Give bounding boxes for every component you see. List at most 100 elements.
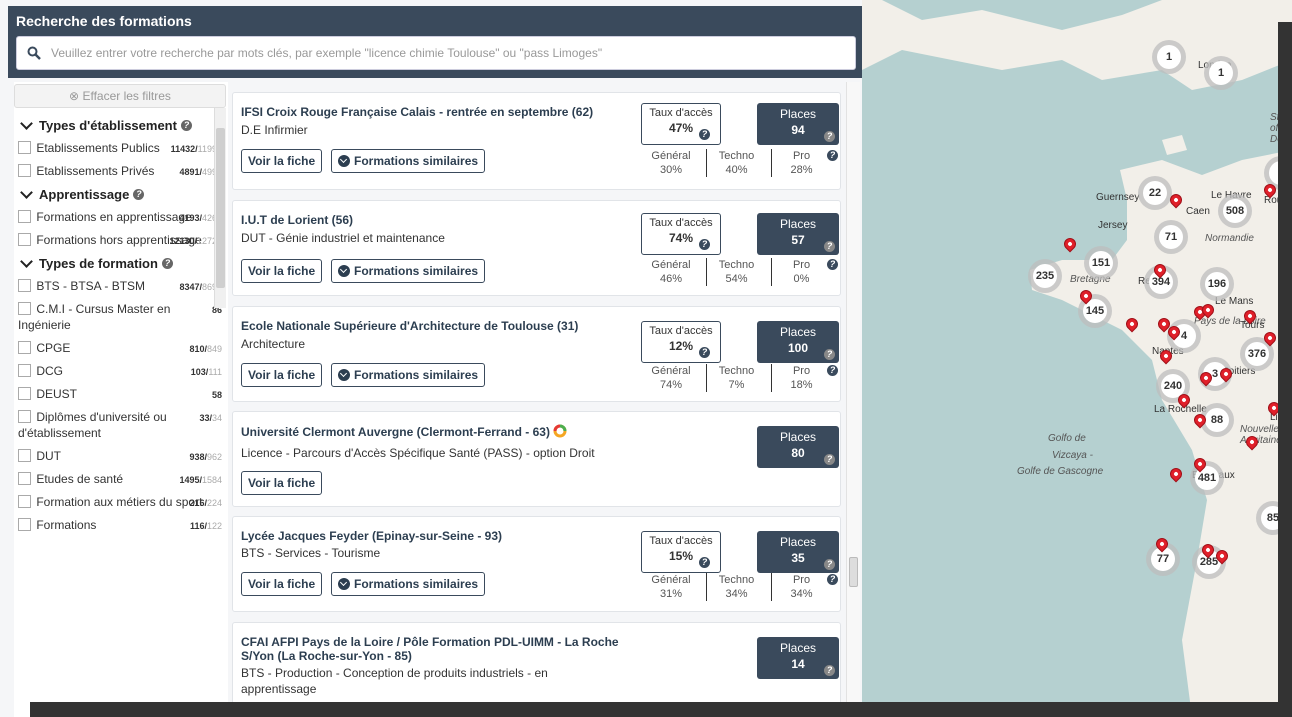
similar-formations-button[interactable]: Formations similaires [331,363,486,387]
clear-filters-button[interactable]: ⊗ Effacer les filtres [14,84,226,108]
filter-option[interactable]: Formation aux métiers du sport 216/224 [14,491,228,514]
checkbox[interactable] [18,472,31,485]
similar-formations-button[interactable]: Formations similaires [331,259,486,283]
filter-section-apprentissage[interactable]: Apprentissage? [14,183,228,206]
sidebar-scrollbar[interactable] [214,108,226,308]
map-label: Vizcaya - [1052,450,1093,461]
search-input[interactable] [51,37,841,69]
filter-option-label: BTS - BTSA - BTSM [36,279,146,293]
help-icon[interactable]: ? [827,574,838,585]
checkbox[interactable] [18,341,31,354]
map-cluster[interactable]: 235 [1028,259,1062,293]
results-scroll-thumb[interactable] [849,557,858,587]
help-icon[interactable]: ? [699,129,710,140]
help-icon[interactable]: ? [699,347,710,358]
filter-option[interactable]: DCG 103/111 [14,360,228,383]
help-icon[interactable]: ? [699,239,710,250]
access-rate-box: Taux d'accès 12%? [641,321,721,363]
filter-count: 103/111 [190,367,222,377]
checkbox[interactable] [18,141,31,154]
search-box[interactable] [16,36,856,70]
places-label: Places [779,430,817,444]
checkbox[interactable] [18,210,31,223]
map-cluster[interactable]: 151 [1084,246,1118,280]
view-details-button[interactable]: Voir la fiche [241,259,323,283]
checkbox[interactable] [18,302,31,315]
result-title[interactable]: Ecole Nationale Supérieure d'Architectur… [241,319,631,333]
help-icon[interactable]: ? [699,557,710,568]
checkbox[interactable] [18,449,31,462]
chevron-down-icon [20,255,33,268]
result-card: Lycée Jacques Feyder (Epinay-sur-Seine -… [232,516,841,612]
map-cluster[interactable]: 196 [1200,267,1234,301]
map-background [862,0,1292,717]
result-title[interactable]: IFSI Croix Rouge Française Calais - rent… [241,105,631,119]
help-icon[interactable]: ? [824,665,835,676]
result-title[interactable]: CFAI AFPI Pays de la Loire / Pôle Format… [241,635,631,663]
help-icon[interactable]: ? [824,131,835,142]
result-subtitle: Architecture [241,337,306,351]
map-cluster[interactable]: 71 [1154,220,1188,254]
map-view[interactable]: London Strait of Dover Guernsey Jersey B… [862,0,1292,717]
checkbox[interactable] [18,279,31,292]
help-icon[interactable]: ? [824,349,835,360]
stat-general: Général 30% [651,150,691,176]
help-icon[interactable]: ? [824,454,835,465]
filter-option-label: Etudes de santé [36,472,124,486]
filter-option[interactable]: Etudes de santé 1495/1584 [14,468,228,491]
filter-option[interactable]: DUT 938/962 [14,445,228,468]
similar-formations-button[interactable]: Formations similaires [331,149,486,173]
filter-count: 216/224 [189,498,222,508]
filter-option[interactable]: Etablissements Privés 4891/4992 [14,160,228,183]
checkbox[interactable] [18,364,31,377]
section-title: Types de formation [39,256,158,271]
help-icon[interactable]: ? [133,189,145,200]
view-details-button[interactable]: Voir la fiche [241,363,323,387]
filter-option[interactable]: Formations hors apprentissage 12130/12727 [14,229,228,252]
map-cluster[interactable]: 508 [1218,194,1252,228]
filter-option[interactable]: Formations en apprentissage 4193/4263 [14,206,228,229]
help-icon[interactable]: ? [827,150,838,161]
checkbox[interactable] [18,518,31,531]
similar-label: Formations similaires [354,264,479,278]
help-icon[interactable]: ? [824,559,835,570]
filter-count: 33/34 [199,413,222,423]
filter-section-etablissement[interactable]: Types d'établissement? [14,114,228,137]
view-details-button[interactable]: Voir la fiche [241,149,323,173]
filter-option[interactable]: C.M.I - Cursus Master en Ingénierie 86 [14,298,228,337]
stat-techno: Techno 34% [706,573,766,601]
checkbox[interactable] [18,164,31,177]
view-details-button[interactable]: Voir la fiche [241,471,323,495]
filter-option[interactable]: BTS - BTSA - BTSM 8347/8693 [14,275,228,298]
view-details-button[interactable]: Voir la fiche [241,572,323,596]
similar-formations-button[interactable]: Formations similaires [331,572,486,596]
sidebar-scroll-thumb[interactable] [216,128,225,288]
help-icon[interactable]: ? [827,259,838,270]
checkbox[interactable] [18,233,31,246]
checkbox[interactable] [18,387,31,400]
help-icon[interactable]: ? [827,365,838,376]
filter-section-types-formation[interactable]: Types de formation? [14,252,228,275]
access-rate-label: Taux d'accès [649,325,713,337]
filter-option-label: DEUST [36,387,78,401]
filter-count: 938/962 [189,452,222,462]
filter-option[interactable]: Formations 116/122 [14,514,228,537]
help-icon[interactable]: ? [824,241,835,252]
filter-option[interactable]: DEUST 58 [14,383,228,406]
help-icon[interactable]: ? [180,120,192,131]
results-scrollbar[interactable] [846,82,860,717]
result-subtitle: BTS - Services - Tourisme [241,546,381,560]
map-cluster[interactable]: 1 [1152,40,1186,74]
result-title[interactable]: Université Clermont Auvergne (Clermont-F… [241,424,641,439]
map-cluster[interactable]: 22 [1138,176,1172,210]
result-title[interactable]: Lycée Jacques Feyder (Epinay-sur-Seine -… [241,529,631,543]
help-icon[interactable]: ? [161,258,173,269]
filter-option[interactable]: Etablissements Publics 11432/11998 [14,137,228,160]
filter-option-label: Etablissements Privés [36,164,155,178]
result-title[interactable]: I.U.T de Lorient (56) [241,213,631,227]
checkbox[interactable] [18,495,31,508]
filter-option[interactable]: CPGE 810/849 [14,337,228,360]
map-cluster[interactable]: 1 [1204,56,1238,90]
filter-option[interactable]: Diplômes d'université ou d'établissement… [14,406,228,445]
checkbox[interactable] [18,410,31,423]
